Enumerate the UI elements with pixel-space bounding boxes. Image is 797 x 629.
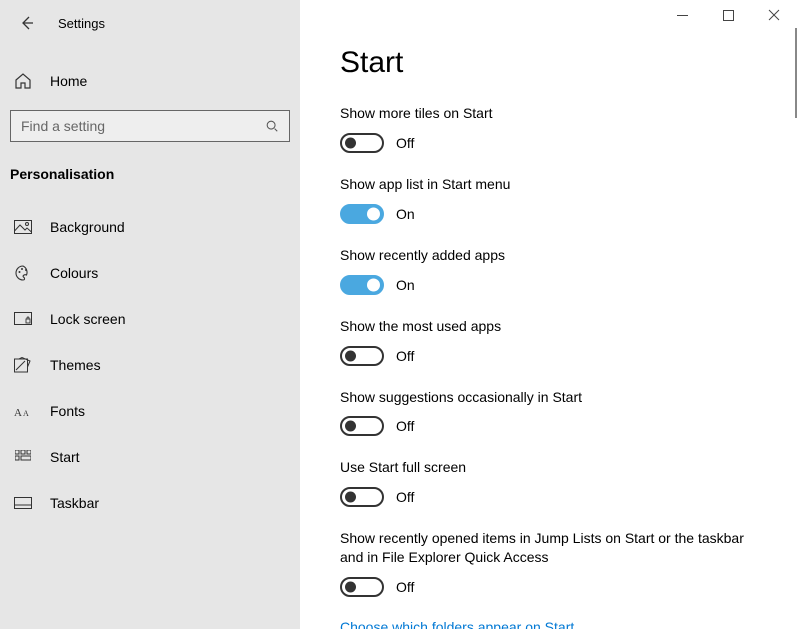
toggle-app-list[interactable] bbox=[340, 204, 384, 224]
setting-label: Show suggestions occasionally in Start bbox=[340, 388, 760, 407]
fonts-icon: AA bbox=[14, 402, 32, 420]
sidebar-item-lock-screen[interactable]: Lock screen bbox=[0, 296, 300, 342]
toggle-more-tiles[interactable] bbox=[340, 133, 384, 153]
sidebar-item-label: Fonts bbox=[50, 403, 85, 419]
sidebar-item-fonts[interactable]: AA Fonts bbox=[0, 388, 300, 434]
setting-label: Show recently added apps bbox=[340, 246, 760, 265]
palette-icon bbox=[14, 264, 32, 282]
setting-label: Show more tiles on Start bbox=[340, 104, 760, 123]
setting-jump-lists: Show recently opened items in Jump Lists… bbox=[340, 529, 773, 597]
toggle-state-text: On bbox=[396, 206, 415, 222]
sidebar-item-label: Taskbar bbox=[50, 495, 99, 511]
toggle-state-text: Off bbox=[396, 579, 414, 595]
toggle-state-text: Off bbox=[396, 348, 414, 364]
search-container bbox=[0, 102, 300, 142]
toggle-recently-added[interactable] bbox=[340, 275, 384, 295]
setting-label: Show the most used apps bbox=[340, 317, 760, 336]
setting-recently-added: Show recently added apps On bbox=[340, 246, 773, 295]
toggle-state-text: Off bbox=[396, 418, 414, 434]
maximize-button[interactable] bbox=[705, 0, 751, 30]
search-icon bbox=[265, 119, 279, 133]
toggle-suggestions[interactable] bbox=[340, 416, 384, 436]
start-tiles-icon bbox=[14, 448, 32, 466]
themes-icon bbox=[14, 356, 32, 374]
category-label: Personalisation bbox=[0, 142, 300, 192]
sidebar-home[interactable]: Home bbox=[0, 60, 300, 102]
toggle-most-used[interactable] bbox=[340, 346, 384, 366]
sidebar-item-taskbar[interactable]: Taskbar bbox=[0, 480, 300, 526]
toggle-state-text: Off bbox=[396, 489, 414, 505]
sidebar-item-themes[interactable]: Themes bbox=[0, 342, 300, 388]
sidebar-item-background[interactable]: Background bbox=[0, 204, 300, 250]
svg-text:A: A bbox=[23, 409, 29, 418]
setting-most-used: Show the most used apps Off bbox=[340, 317, 773, 366]
sidebar: Settings Home Personalisation Background bbox=[0, 0, 300, 629]
sidebar-item-start[interactable]: Start bbox=[0, 434, 300, 480]
sidebar-item-label: Start bbox=[50, 449, 80, 465]
setting-more-tiles: Show more tiles on Start Off bbox=[340, 104, 773, 153]
search-box[interactable] bbox=[10, 110, 290, 142]
sidebar-item-label: Lock screen bbox=[50, 311, 125, 327]
setting-app-list: Show app list in Start menu On bbox=[340, 175, 773, 224]
setting-suggestions: Show suggestions occasionally in Start O… bbox=[340, 388, 773, 437]
main-panel: Start Show more tiles on Start Off Show … bbox=[300, 0, 797, 629]
app-title: Settings bbox=[58, 16, 105, 31]
toggle-state-text: Off bbox=[396, 135, 414, 151]
sidebar-item-label: Background bbox=[50, 219, 125, 235]
page-title: Start bbox=[340, 46, 773, 80]
sidebar-item-label: Colours bbox=[50, 265, 98, 281]
search-input[interactable] bbox=[21, 118, 265, 134]
setting-full-screen: Use Start full screen Off bbox=[340, 458, 773, 507]
sidebar-item-label: Themes bbox=[50, 357, 101, 373]
nav-list: Background Colours Lock screen Themes AA bbox=[0, 204, 300, 526]
home-label: Home bbox=[50, 73, 87, 89]
lock-screen-icon bbox=[14, 310, 32, 328]
svg-text:A: A bbox=[14, 407, 22, 418]
toggle-jump-lists[interactable] bbox=[340, 577, 384, 597]
choose-folders-link[interactable]: Choose which folders appear on Start bbox=[340, 619, 773, 629]
header-bar: Settings bbox=[0, 6, 300, 40]
back-arrow-icon[interactable] bbox=[18, 14, 36, 32]
setting-label: Show app list in Start menu bbox=[340, 175, 760, 194]
home-icon bbox=[14, 72, 32, 90]
minimize-button[interactable] bbox=[659, 0, 705, 30]
toggle-full-screen[interactable] bbox=[340, 487, 384, 507]
window-controls bbox=[659, 0, 797, 30]
setting-label: Show recently opened items in Jump Lists… bbox=[340, 529, 760, 567]
toggle-state-text: On bbox=[396, 277, 415, 293]
close-button[interactable] bbox=[751, 0, 797, 30]
sidebar-item-colours[interactable]: Colours bbox=[0, 250, 300, 296]
taskbar-icon bbox=[14, 494, 32, 512]
setting-label: Use Start full screen bbox=[340, 458, 760, 477]
picture-icon bbox=[14, 218, 32, 236]
